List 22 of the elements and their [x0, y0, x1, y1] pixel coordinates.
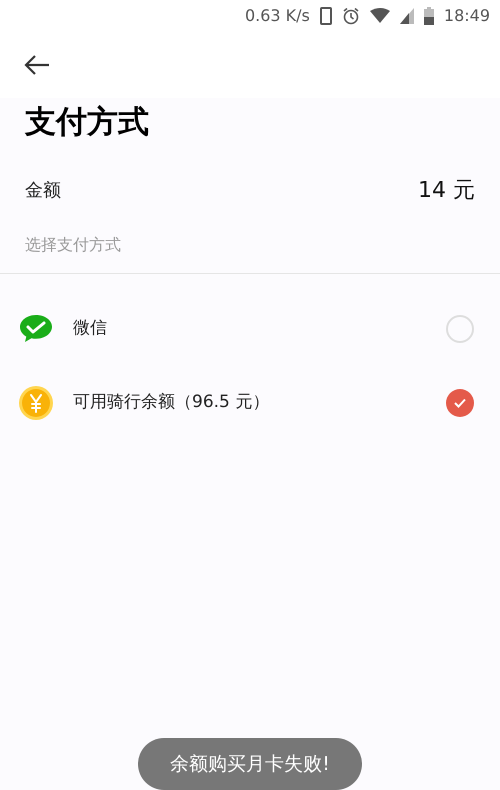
option-label: 可用骑行余额（96.5 元）	[73, 391, 270, 414]
battery-icon	[424, 7, 434, 25]
clock-time: 18:49	[444, 5, 490, 27]
network-speed: 0.63 K/s	[244, 5, 310, 27]
check-icon	[454, 398, 466, 408]
wifi-icon	[370, 8, 390, 24]
chat-bubble-check-icon	[19, 314, 53, 344]
signal-icon	[400, 8, 414, 24]
yen-coin-icon	[18, 385, 54, 421]
radio-checked[interactable]	[446, 389, 474, 417]
back-icon	[24, 55, 50, 75]
alarm-icon	[342, 7, 360, 25]
amount-label: 金额	[25, 179, 61, 203]
option-label: 微信	[73, 317, 108, 340]
phone-icon	[320, 7, 332, 25]
toast: 余额购买月卡失败!	[138, 738, 362, 790]
section-label: 选择支付方式	[24, 234, 122, 256]
payment-option[interactable]: 可用骑行余额（96.5 元）	[0, 366, 500, 440]
payment-option[interactable]: 微信	[0, 292, 500, 366]
page-title: 支付方式	[24, 103, 150, 142]
radio-unchecked[interactable]	[446, 315, 474, 343]
amount-value: 14 元	[418, 177, 475, 205]
